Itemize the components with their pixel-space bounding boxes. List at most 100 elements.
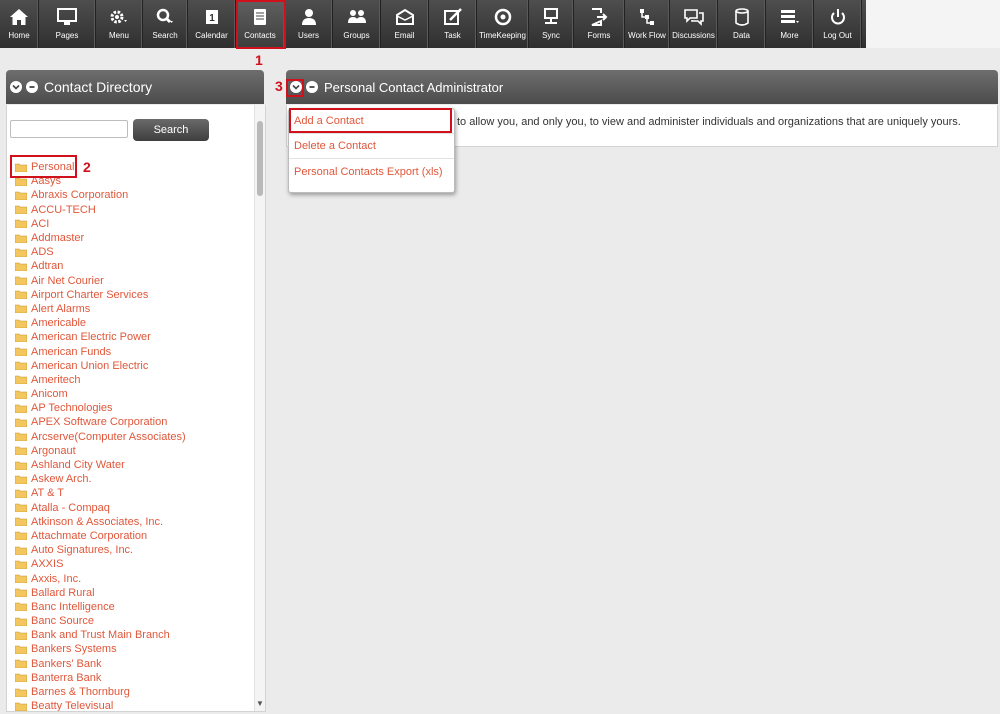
list-item[interactable]: Beatty Televisual [15,699,250,711]
list-item[interactable]: AXXIS [15,557,250,571]
monitor-icon [56,6,78,28]
list-item[interactable]: AT & T [15,486,250,500]
list-item[interactable]: Ballard Rural [15,586,250,600]
folder-icon [15,631,31,640]
list-item-label: Banc Source [31,615,94,628]
list-item[interactable]: Anicom [15,387,250,401]
list-item-label: Americable [31,317,87,330]
list-item[interactable]: AP Technologies [15,401,250,415]
toolbar-pages-button[interactable]: Pages [39,0,96,48]
toolbar-email-button[interactable]: Email [381,0,429,48]
list-item-label: AT & T [31,487,65,500]
list-item[interactable]: Axxis, Inc. [15,571,250,585]
toolbar-calendar-button[interactable]: 1 Calendar [188,0,236,48]
list-item[interactable]: Bankers Systems [15,642,250,656]
folder-icon [15,177,31,186]
more-icon [779,6,801,28]
chevron-down-icon[interactable] [290,81,302,93]
tree-item-personal[interactable]: Personal [15,160,250,174]
export-contacts-menu-item[interactable]: Personal Contacts Export (xls) [289,159,454,184]
toolbar-menu-button[interactable]: Menu [96,0,143,48]
list-item[interactable]: Americable [15,316,250,330]
minus-icon[interactable] [306,81,318,93]
toolbar-forms-button[interactable]: Forms [574,0,625,48]
list-item[interactable]: American Funds [15,344,250,358]
list-item-label: Alert Alarms [31,302,91,315]
toolbar-logout-button[interactable]: Log Out [814,0,862,48]
list-item[interactable]: Bank and Trust Main Branch [15,628,250,642]
list-item-label: Askew Arch. [31,473,92,486]
main-toolbar: Home Pages Menu Search 1 Calendar Contac… [0,0,866,48]
list-item-label: AP Technologies [31,402,113,415]
list-item-label: Airport Charter Services [31,288,149,301]
list-item[interactable]: Aasys [15,174,250,188]
list-item[interactable]: Alert Alarms [15,302,250,316]
add-contact-menu-item[interactable]: Add a Contact [289,109,454,134]
toolbar-sync-button[interactable]: Sync [529,0,574,48]
folder-icon [15,248,31,257]
folder-icon [15,560,31,569]
toolbar-timekeeping-button[interactable]: TimeKeeping [477,0,529,48]
list-item[interactable]: ACCU-TECH [15,203,250,217]
list-item[interactable]: Addmaster [15,231,250,245]
list-item[interactable]: Air Net Courier [15,274,250,288]
folder-icon [15,404,31,413]
list-item-label: Personal [31,161,75,174]
toolbar-home-button[interactable]: Home [0,0,39,48]
folder-icon [15,432,31,442]
list-item[interactable]: American Union Electric [15,359,250,373]
chevron-down-icon[interactable] [10,81,22,93]
delete-contact-menu-item[interactable]: Delete a Contact [289,134,454,159]
scrollbar[interactable]: ▼ [254,105,265,711]
list-item-label: Bankers' Bank [31,657,102,670]
list-item[interactable]: Bankers' Bank [15,657,250,671]
power-icon [827,6,849,28]
list-item[interactable]: Auto Signatures, Inc. [15,543,250,557]
list-item[interactable]: APEX Software Corporation [15,415,250,429]
search-input[interactable] [10,120,128,138]
list-item[interactable]: Ameritech [15,373,250,387]
toolbar-users-button[interactable]: Users [285,0,333,48]
folder-icon [15,191,31,200]
minus-icon[interactable] [26,81,38,93]
toolbar-contacts-button[interactable]: Contacts [236,0,285,48]
list-item[interactable]: Attachmate Corporation [15,529,250,543]
list-item[interactable]: Abraxis Corporation [15,188,250,202]
list-item-label: Bankers Systems [31,643,117,656]
list-item[interactable]: Askew Arch. [15,472,250,486]
list-item[interactable]: Ashland City Water [15,458,250,472]
toolbar-workflow-button[interactable]: Work Flow [625,0,670,48]
search-button[interactable]: Search [133,119,209,141]
list-item-label: Banterra Bank [31,671,102,684]
toolbar-search-button[interactable]: Search [143,0,188,48]
list-item[interactable]: Barnes & Thornburg [15,685,250,699]
list-item-label: Abraxis Corporation [31,189,129,202]
scroll-thumb[interactable] [257,121,263,196]
folder-icon [15,333,31,342]
toolbar-discussions-button[interactable]: Discussions [670,0,718,48]
list-item[interactable]: Airport Charter Services [15,288,250,302]
scroll-down-arrow-icon[interactable]: ▼ [256,699,264,708]
list-item[interactable]: Banc Intelligence [15,600,250,614]
svg-text:1: 1 [209,13,215,24]
folder-icon [15,489,31,498]
list-item[interactable]: ADS [15,245,250,259]
list-item-label: American Union Electric [31,359,149,372]
list-item[interactable]: Adtran [15,259,250,273]
list-item-label: Aasys [31,175,61,188]
list-item[interactable]: Arcserve(Computer Associates) [15,430,250,444]
toolbar-task-button[interactable]: Task [429,0,477,48]
list-item[interactable]: ACI [15,217,250,231]
list-item[interactable]: Atkinson & Associates, Inc. [15,515,250,529]
folder-icon [15,546,31,555]
toolbar-data-button[interactable]: Data [718,0,766,48]
list-item[interactable]: Banc Source [15,614,250,628]
toolbar-more-button[interactable]: More [766,0,814,48]
list-item[interactable]: Atalla - Compaq [15,501,250,515]
toolbar-groups-button[interactable]: Groups [333,0,381,48]
list-item-label: Ameritech [31,373,81,386]
list-item[interactable]: American Electric Power [15,330,250,344]
list-item[interactable]: Argonaut [15,444,250,458]
list-item-label: Atalla - Compaq [31,501,110,514]
list-item[interactable]: Banterra Bank [15,671,250,685]
